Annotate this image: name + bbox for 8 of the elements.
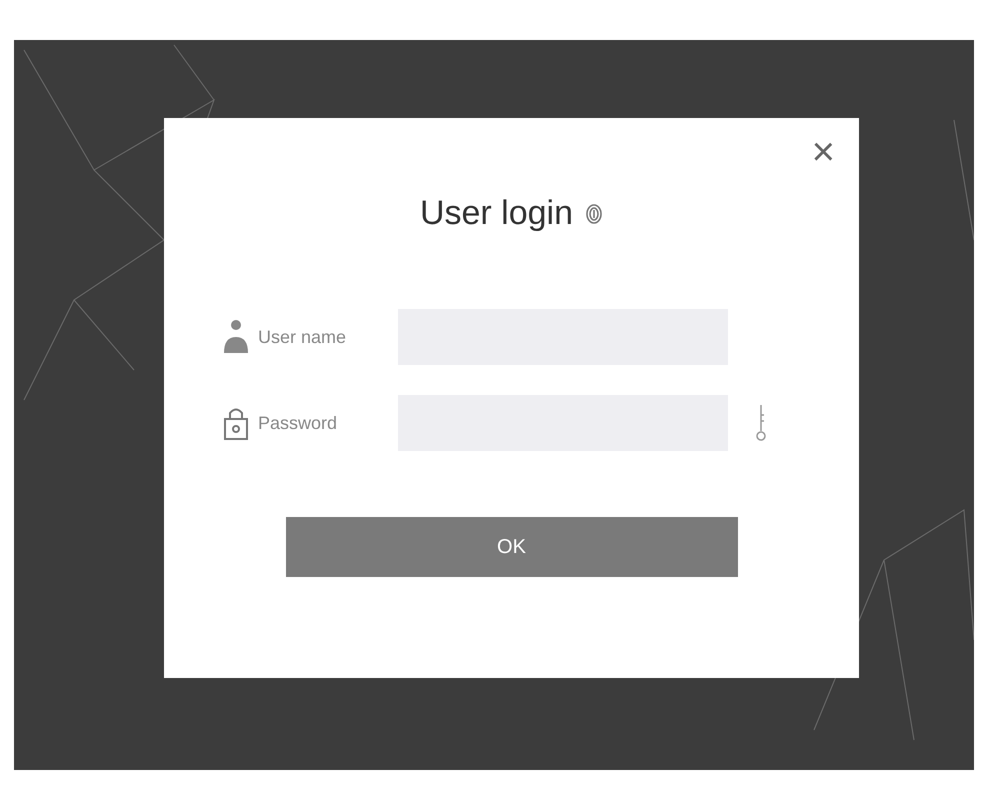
fingerprint-icon (585, 202, 604, 224)
field-label: Password (258, 412, 338, 434)
close-button[interactable]: × (812, 132, 835, 172)
dialog-title: User login (420, 193, 574, 234)
key-icon[interactable] (756, 403, 766, 443)
user-icon (223, 319, 249, 355)
ok-button[interactable]: OK (286, 517, 738, 577)
field-label: User name (258, 326, 348, 348)
